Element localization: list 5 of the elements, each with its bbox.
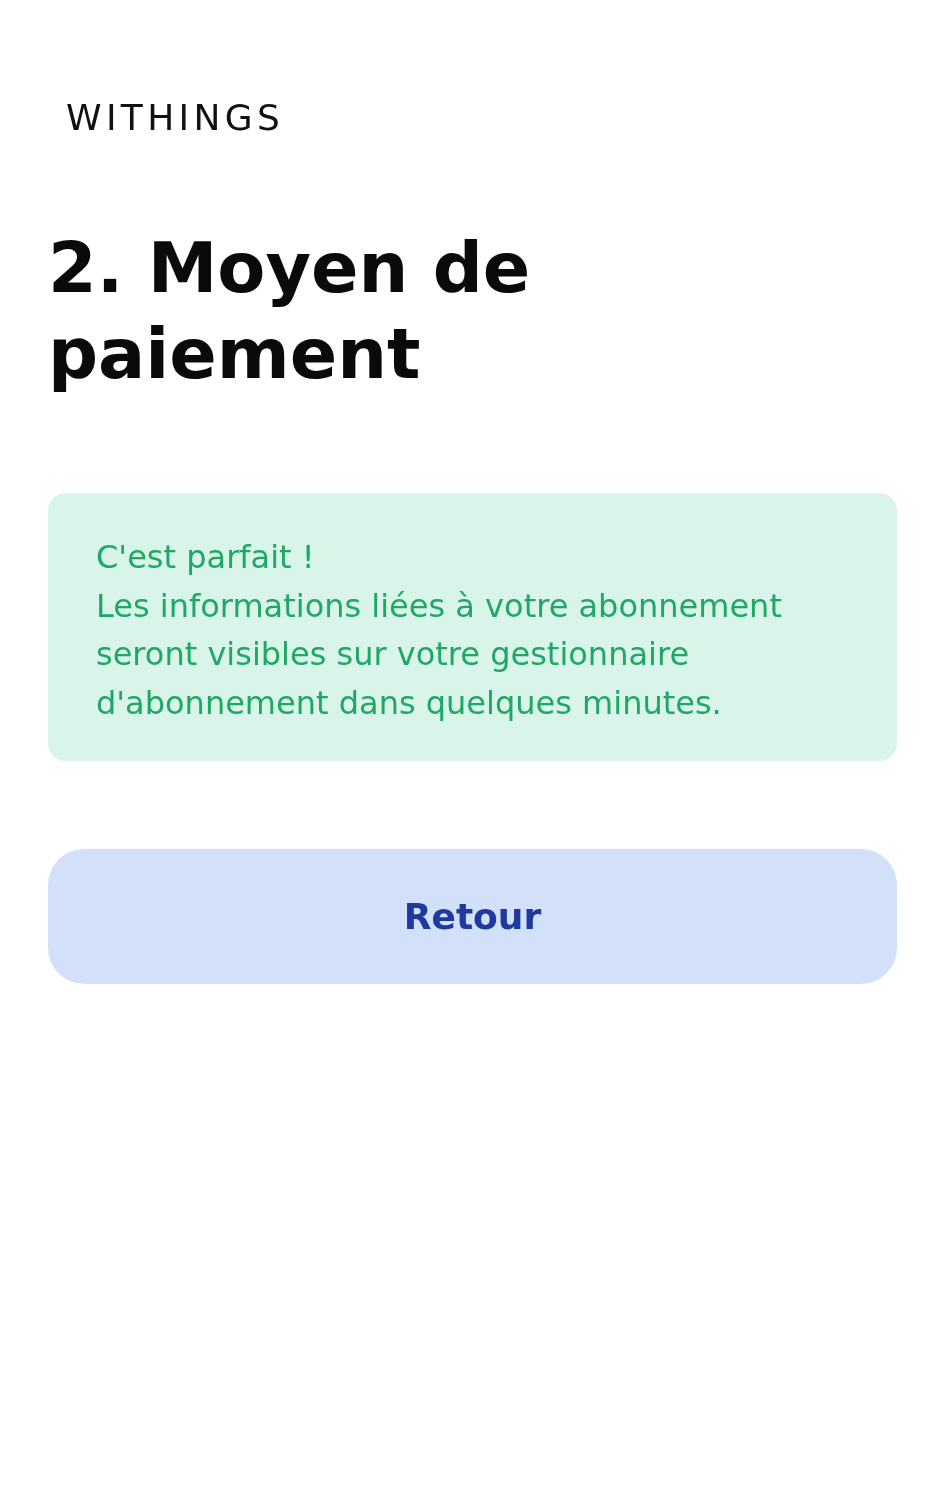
notice-text: Les informations liées à votre abonnement seront visibles sur votre gestionnaire d'abonnement dans quelques minutes. <box>96 585 783 724</box>
brand-logo: WITHINGS <box>66 97 285 138</box>
back-button[interactable]: Retour <box>48 849 897 984</box>
notice-title: C'est parfait ! <box>96 537 316 578</box>
page-heading: 2. Moyen de paiement <box>48 226 532 397</box>
